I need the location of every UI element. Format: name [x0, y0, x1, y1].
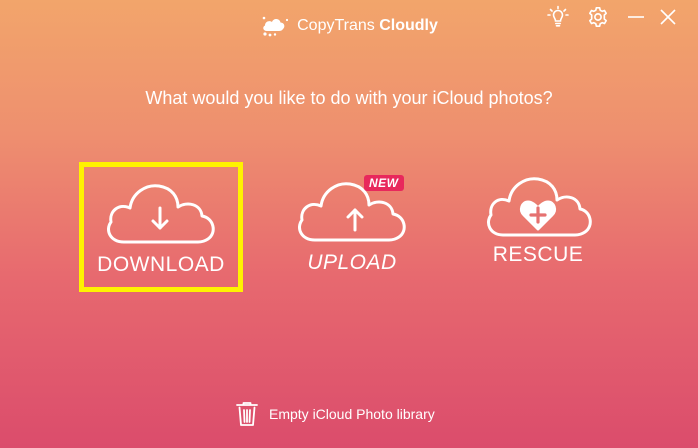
download-icon-wrap — [102, 181, 220, 250]
download-label: DOWNLOAD — [97, 253, 225, 276]
title-bar: CopyTrans Cloudly — [0, 0, 698, 48]
cloudly-logo-icon — [262, 16, 289, 37]
minimize-button[interactable] — [624, 5, 648, 29]
empty-library-label: Empty iCloud Photo library — [269, 406, 435, 422]
lightbulb-icon — [547, 5, 569, 27]
minimize-icon — [628, 16, 644, 18]
new-badge: NEW — [364, 175, 404, 191]
download-button[interactable]: DOWNLOAD — [79, 162, 243, 292]
cloud-heart-icon — [487, 177, 592, 237]
empty-library-button[interactable]: Empty iCloud Photo library — [235, 400, 435, 428]
upload-label: UPLOAD — [307, 251, 397, 274]
rescue-button[interactable]: RESCUE — [476, 174, 600, 280]
settings-button[interactable] — [585, 5, 611, 29]
page-prompt: What would you like to do with your iClo… — [145, 88, 553, 108]
brand-name: Cloudly — [379, 17, 438, 34]
close-icon — [660, 9, 676, 25]
brand-prefix: CopyTrans — [297, 17, 375, 34]
cloud-download-icon — [107, 184, 215, 244]
trash-icon — [236, 402, 258, 426]
tips-button[interactable] — [545, 5, 571, 29]
upload-button[interactable]: NEW UPLOAD — [282, 175, 422, 286]
close-button[interactable] — [656, 5, 680, 29]
rescue-label: RESCUE — [492, 243, 584, 266]
gear-icon — [589, 7, 607, 27]
